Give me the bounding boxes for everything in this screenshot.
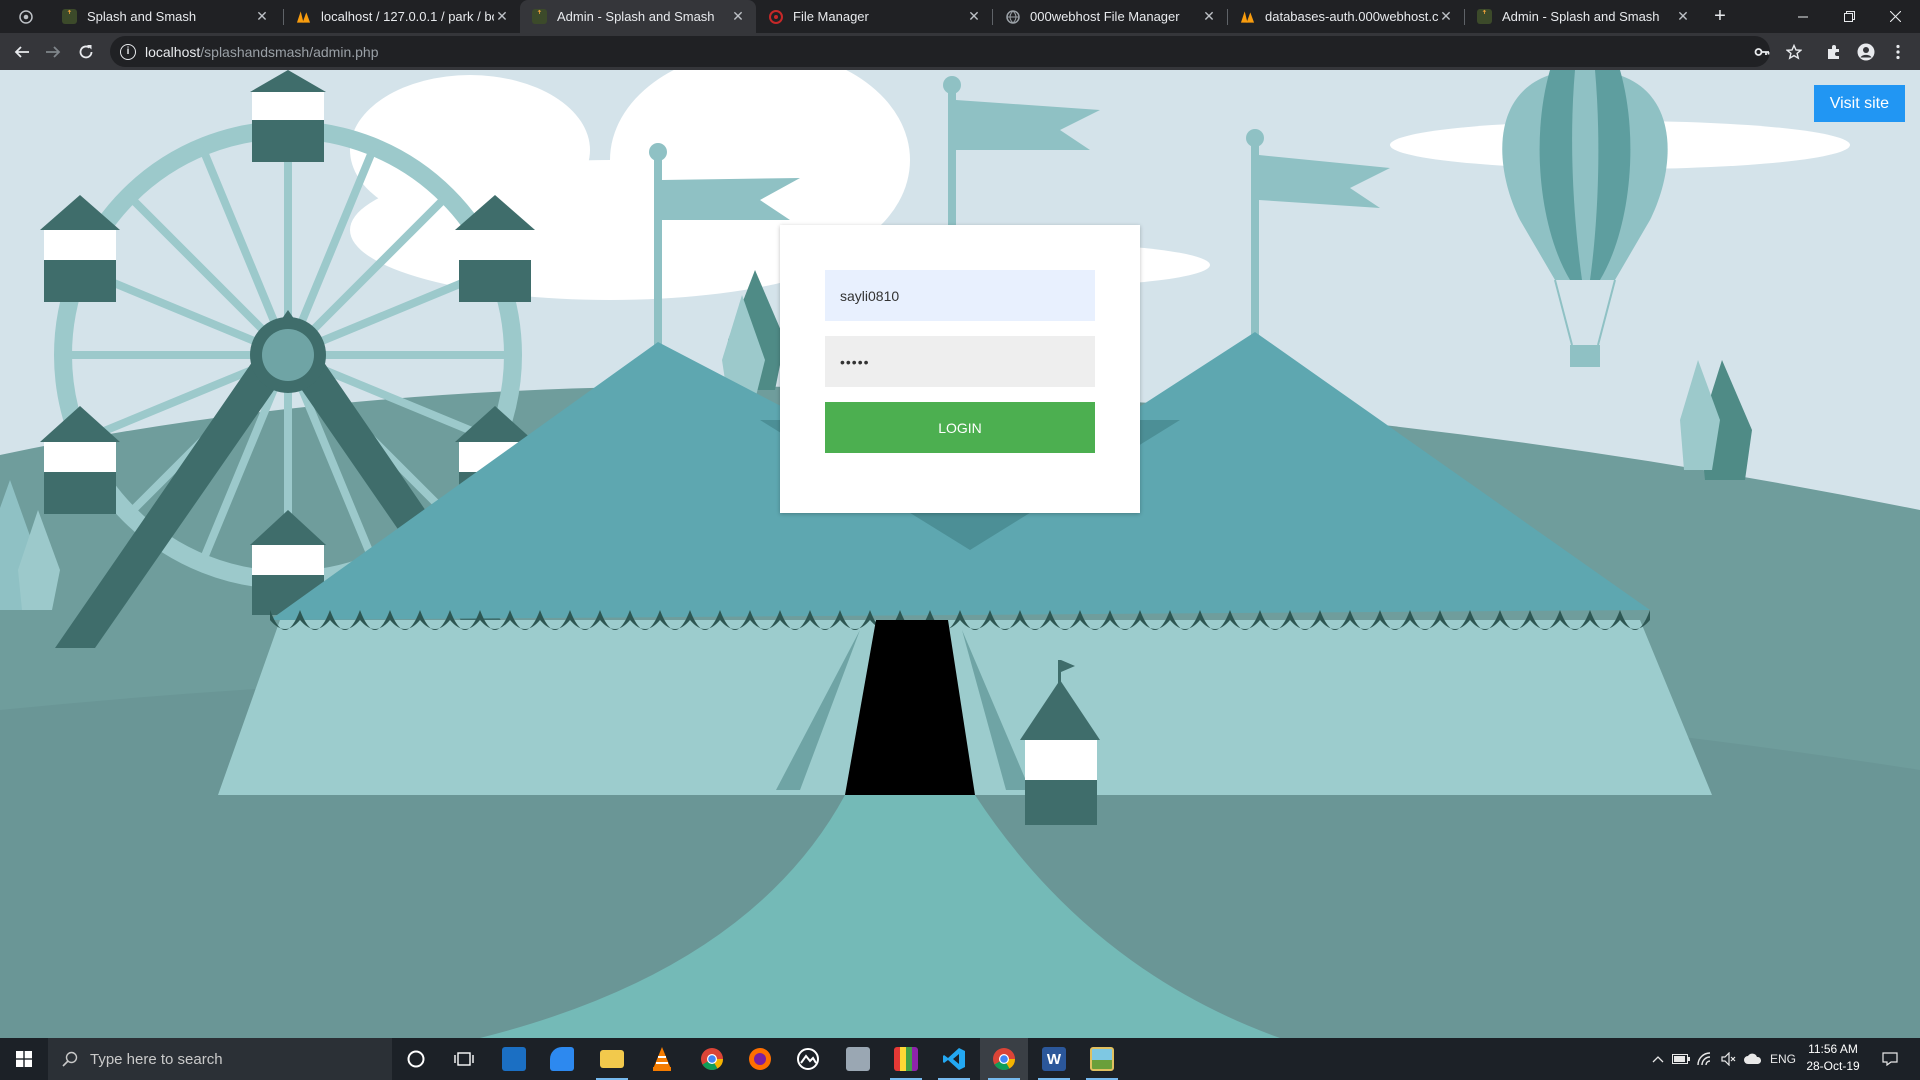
login-card: Login — [780, 225, 1140, 513]
firefox-icon[interactable] — [736, 1038, 784, 1080]
tab-close-icon[interactable]: ✕ — [254, 8, 270, 25]
visit-site-button[interactable]: Visit site — [1813, 85, 1905, 122]
tab-splash-and-smash[interactable]: ꜛ Splash and Smash ✕ — [50, 0, 280, 33]
tab-phpmyadmin[interactable]: localhost / 127.0.0.1 / park / boo ✕ — [284, 0, 520, 33]
clock-date: 28-Oct-19 — [1806, 1059, 1860, 1073]
address-bar[interactable]: i localhost/splashandsmash/admin.php — [110, 36, 1770, 67]
snipping-tool-icon[interactable] — [834, 1038, 882, 1080]
tab-title: Admin - Splash and Smash — [557, 9, 715, 24]
chrome-active-icon[interactable] — [980, 1038, 1028, 1080]
tab-title: Splash and Smash — [87, 9, 197, 24]
back-arrow-icon[interactable] — [8, 33, 36, 70]
search-placeholder: Type here to search — [90, 1050, 223, 1068]
remote-desktop-icon[interactable] — [538, 1038, 586, 1080]
globe-favicon-icon — [1005, 9, 1020, 24]
bookmark-star-icon[interactable] — [1780, 33, 1808, 70]
chrome-icon[interactable] — [688, 1038, 736, 1080]
username-field[interactable] — [825, 270, 1095, 321]
taskbar-search-box[interactable]: Type here to search — [48, 1038, 392, 1080]
tab-close-icon[interactable]: ✕ — [730, 8, 746, 25]
reload-icon[interactable] — [72, 33, 100, 70]
mushroom-favicon-icon: ꜛ — [1477, 9, 1492, 24]
site-info-icon[interactable]: i — [120, 43, 136, 60]
tab-close-icon[interactable]: ✕ — [1675, 8, 1691, 25]
onedrive-cloud-icon[interactable] — [1742, 1038, 1764, 1080]
photos-icon[interactable] — [784, 1038, 832, 1080]
tab-000webhost-file-manager[interactable]: 000webhost File Manager ✕ — [993, 0, 1227, 33]
mushroom-favicon-icon: ꜛ — [532, 9, 547, 24]
red-favicon-icon — [768, 9, 783, 24]
phpmyadmin-favicon-icon — [1240, 9, 1255, 24]
wifi-icon[interactable] — [1694, 1038, 1716, 1080]
phpmyadmin-favicon-icon — [296, 9, 311, 24]
action-center-icon[interactable] — [1870, 1038, 1910, 1080]
vlc-icon[interactable] — [638, 1038, 686, 1080]
profile-avatar-icon[interactable] — [1852, 33, 1880, 70]
url-host: localhost — [145, 43, 201, 60]
chrome-menu-icon[interactable] — [1884, 33, 1912, 70]
extensions-puzzle-icon[interactable] — [1820, 33, 1848, 70]
url-path: /splashandsmash/admin.php — [200, 43, 379, 60]
volume-muted-icon[interactable] — [1718, 1038, 1740, 1080]
image-viewer-icon[interactable] — [1078, 1038, 1126, 1080]
tab-databases-auth[interactable]: databases-auth.000webhost.com ✕ — [1228, 0, 1464, 33]
chevron-up-icon[interactable] — [1648, 1038, 1668, 1080]
page-viewport: Visit site Login — [0, 70, 1920, 1038]
key-icon[interactable] — [1748, 33, 1776, 70]
close-window-icon[interactable] — [1872, 0, 1918, 33]
vscode-icon[interactable] — [930, 1038, 978, 1080]
tab-close-icon[interactable]: ✕ — [1438, 8, 1454, 25]
tab-title: File Manager — [793, 9, 869, 24]
tab-title: localhost / 127.0.0.1 / park / boo — [321, 9, 494, 24]
mushroom-favicon-icon: ꜛ — [62, 9, 77, 24]
tab-title: databases-auth.000webhost.com — [1265, 9, 1438, 24]
login-button[interactable]: Login — [825, 402, 1095, 453]
tab-title: Admin - Splash and Smash — [1502, 9, 1660, 24]
chrome-menu-favicon-icon[interactable] — [12, 0, 40, 33]
tab-file-manager[interactable]: File Manager ✕ — [756, 0, 992, 33]
password-field[interactable] — [825, 336, 1095, 387]
browser-tab-strip: ꜛ Splash and Smash ✕ localhost / 127.0.0… — [0, 0, 1920, 33]
start-windows-icon[interactable] — [0, 1038, 48, 1080]
windows-taskbar: Type here to search W ENG 11:56 AM 28-Oc… — [0, 1038, 1920, 1080]
clock-time: 11:56 AM — [1808, 1042, 1858, 1056]
restore-icon[interactable] — [1826, 0, 1872, 33]
language-indicator[interactable]: ENG — [1766, 1038, 1800, 1080]
outlook-icon[interactable] — [490, 1038, 538, 1080]
file-explorer-icon[interactable] — [588, 1038, 636, 1080]
tab-admin-2[interactable]: ꜛ Admin - Splash and Smash ✕ — [1465, 0, 1701, 33]
word-icon[interactable]: W — [1030, 1038, 1078, 1080]
tab-close-icon[interactable]: ✕ — [966, 8, 982, 25]
taskbar-clock[interactable]: 11:56 AM 28-Oct-19 — [1800, 1041, 1866, 1075]
carnival-background-illustration — [0, 70, 1920, 1038]
minimize-icon[interactable] — [1780, 0, 1826, 33]
tab-title: 000webhost File Manager — [1030, 9, 1180, 24]
browser-toolbar: i localhost/splashandsmash/admin.php — [0, 33, 1920, 70]
sublime-icon[interactable] — [882, 1038, 930, 1080]
search-icon — [62, 1051, 78, 1067]
new-tab-button[interactable]: + — [1705, 0, 1735, 33]
forward-arrow-icon[interactable] — [39, 33, 67, 70]
task-view-icon[interactable] — [440, 1038, 488, 1080]
tab-admin-active[interactable]: ꜛ Admin - Splash and Smash ✕ — [520, 0, 756, 33]
tab-close-icon[interactable]: ✕ — [494, 8, 510, 25]
cortana-icon[interactable] — [392, 1038, 440, 1080]
tab-close-icon[interactable]: ✕ — [1201, 8, 1217, 25]
battery-icon[interactable] — [1670, 1038, 1692, 1080]
